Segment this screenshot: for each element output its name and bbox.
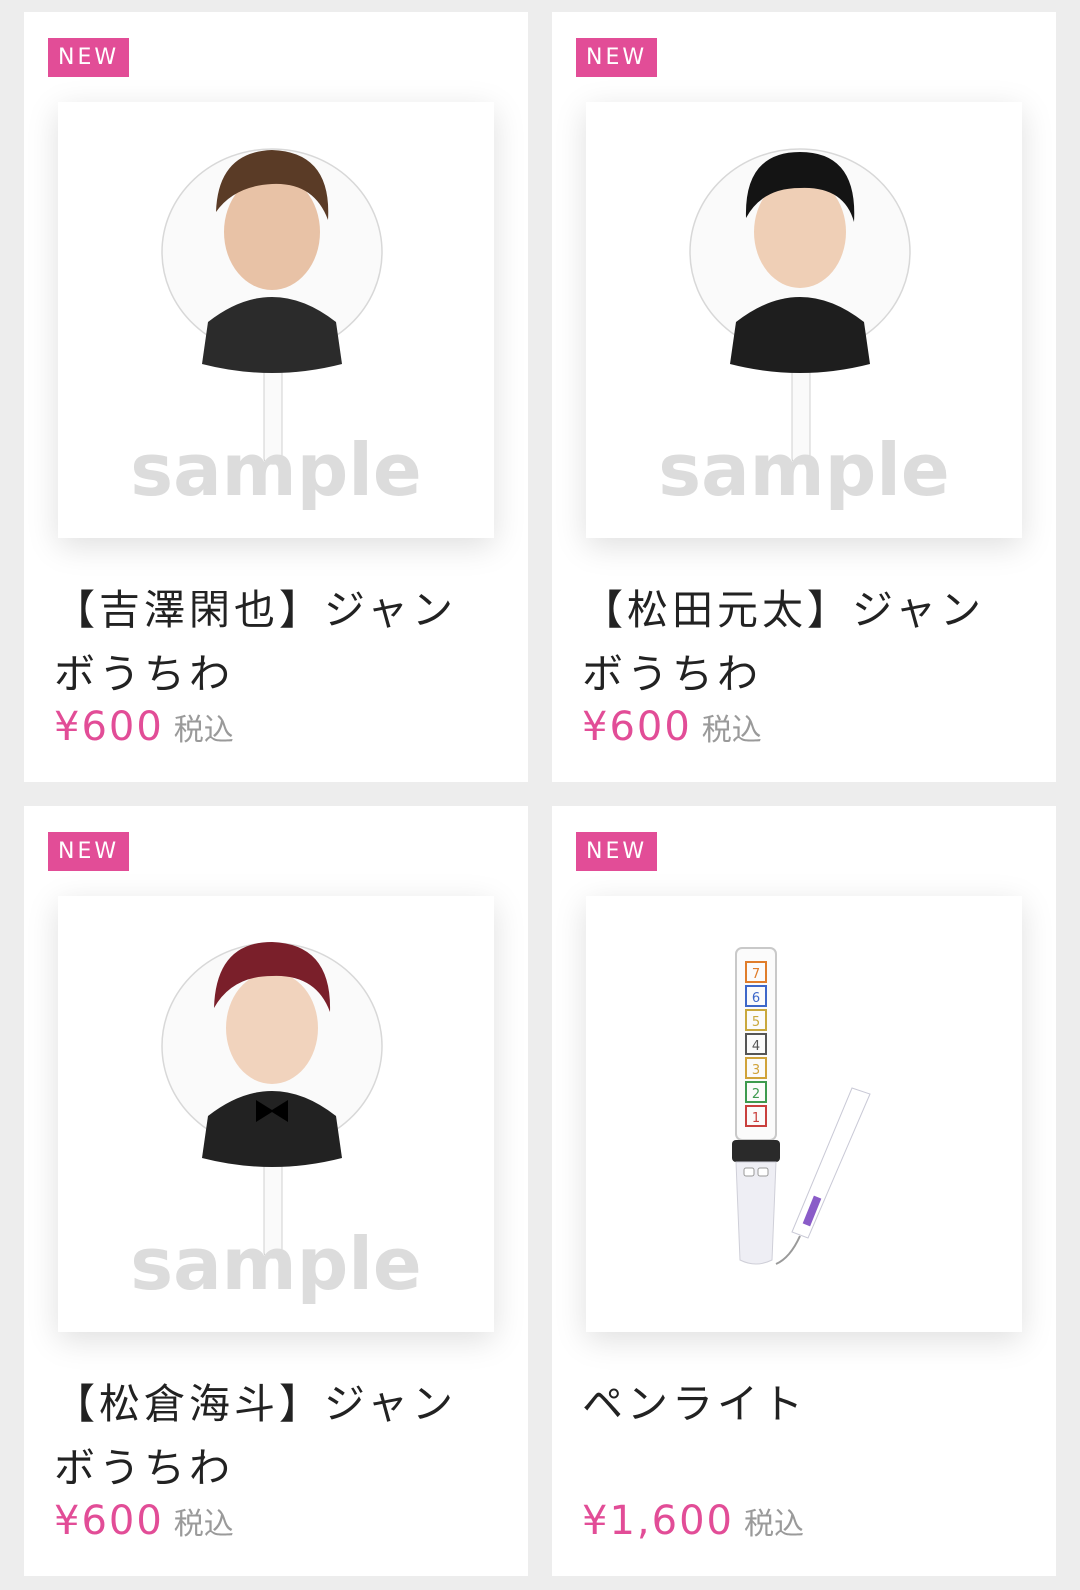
sample-watermark: sample: [130, 1222, 422, 1306]
product-price: ¥1,600: [582, 1498, 734, 1544]
penlight-icon: 7 6 5 4 3 2 1: [732, 947, 871, 1265]
new-badge: NEW: [576, 38, 658, 77]
product-card[interactable]: NEW sample 【松倉海斗】ジャン ボうちわ ¥600 税込: [24, 806, 528, 1576]
product-card[interactable]: NEW sample 【吉澤閑也】ジャン ボうちわ ¥600 税込: [24, 12, 528, 782]
product-image[interactable]: sample: [586, 102, 1022, 538]
product-title[interactable]: 【松田元太】ジャン ボうちわ: [582, 578, 1022, 706]
uchiwa-fan-icon: sample: [658, 148, 950, 512]
price-row: ¥600 税込: [54, 704, 234, 750]
penlight-digit: 2: [752, 1087, 760, 1102]
product-title-line: 【松倉海斗】ジャン: [54, 1380, 457, 1428]
product-title[interactable]: 【吉澤閑也】ジャン ボうちわ: [54, 578, 494, 706]
product-price: ¥600: [582, 704, 692, 750]
product-image[interactable]: sample: [58, 896, 494, 1332]
tax-label: 税込: [173, 713, 234, 748]
product-title[interactable]: 【松倉海斗】ジャン ボうちわ: [54, 1372, 494, 1500]
tax-label: 税込: [173, 1507, 234, 1542]
price-row: ¥600 税込: [54, 1498, 234, 1544]
tax-label: 税込: [701, 713, 762, 748]
product-title-line: 【松田元太】ジャン: [582, 586, 985, 634]
uchiwa-fan-icon: sample: [130, 148, 422, 512]
new-badge: NEW: [48, 38, 130, 77]
product-title-line: ボうちわ: [54, 1444, 234, 1492]
product-card[interactable]: NEW sample 【松田元太】ジャン ボうちわ ¥600 税込: [552, 12, 1056, 782]
penlight-digit: 1: [752, 1111, 760, 1126]
product-image[interactable]: sample: [58, 102, 494, 538]
product-title-line: ボうちわ: [54, 650, 234, 698]
product-grid: NEW sample 【吉澤閑也】ジャン ボうちわ ¥600 税込 NEW sa…: [0, 0, 1080, 1590]
product-title-line: ペンライト: [582, 1380, 807, 1428]
sample-watermark: sample: [130, 428, 422, 512]
new-badge: NEW: [576, 832, 658, 871]
product-title-line: ボうちわ: [582, 650, 762, 698]
price-row: ¥1,600 税込: [582, 1498, 804, 1544]
new-badge: NEW: [48, 832, 130, 871]
product-price: ¥600: [54, 1498, 164, 1544]
penlight-digit: 3: [752, 1063, 760, 1078]
tax-label: 税込: [743, 1507, 804, 1542]
product-title[interactable]: ペンライト: [582, 1372, 1022, 1436]
product-card[interactable]: NEW 7 6 5 4 3 2 1 ペンライト ¥1,600 税込: [552, 806, 1056, 1576]
penlight-digit: 7: [752, 967, 760, 982]
penlight-digit: 6: [752, 991, 760, 1006]
uchiwa-fan-icon: sample: [130, 942, 422, 1306]
sample-watermark: sample: [658, 428, 950, 512]
penlight-digit: 4: [752, 1039, 760, 1054]
product-price: ¥600: [54, 704, 164, 750]
penlight-digit: 5: [752, 1015, 760, 1030]
product-title-line: 【吉澤閑也】ジャン: [54, 586, 457, 634]
product-image[interactable]: 7 6 5 4 3 2 1: [586, 896, 1022, 1332]
price-row: ¥600 税込: [582, 704, 762, 750]
